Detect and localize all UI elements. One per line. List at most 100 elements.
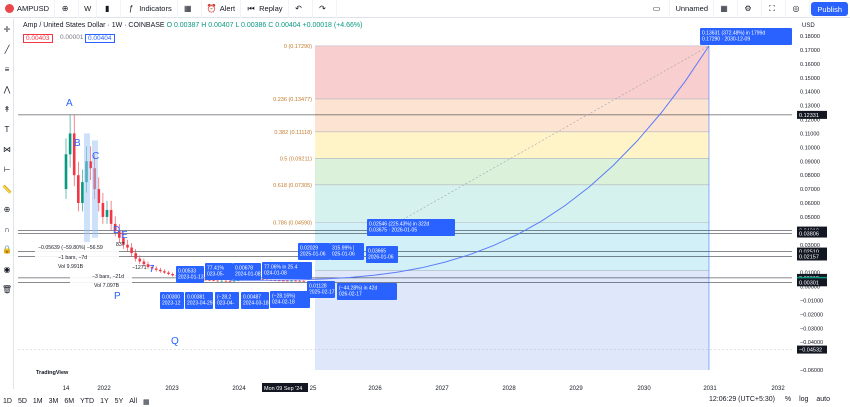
layout-rect-icon[interactable]: ▭ [646, 0, 671, 18]
candle-body [212, 280, 215, 282]
box-j-text: 0.00300 [162, 295, 180, 301]
candle-body [224, 280, 228, 282]
replay-button[interactable]: ⏮ Replay [241, 0, 289, 18]
calendar-icon[interactable]: ▦ [140, 398, 153, 406]
box-a-text: 2025-01-06 [300, 252, 326, 258]
candle-body [245, 278, 248, 280]
undo-button[interactable]: ↶ [289, 0, 313, 18]
range-6m-button[interactable]: 6M [61, 398, 77, 405]
indicators-button[interactable]: ƒ Indicators [121, 0, 178, 18]
fullscreen-button[interactable]: ⛶ [762, 0, 786, 18]
fib-band [315, 45, 709, 99]
range-5y-button[interactable]: 5Y [112, 398, 127, 405]
range-3m-button[interactable]: 3M [46, 398, 62, 405]
chart-type-button[interactable]: ▮ [97, 0, 122, 18]
pct-toggle[interactable]: % [785, 396, 791, 403]
wave-label: C [92, 151, 99, 162]
range-box [84, 133, 90, 245]
fib-band [315, 222, 709, 271]
camera-button[interactable]: ◎ [786, 0, 810, 18]
text-icon[interactable]: T [0, 119, 14, 139]
box-e [337, 283, 397, 300]
settings-button[interactable]: ⚙ [738, 0, 762, 18]
candle-body [105, 209, 109, 217]
publish-button[interactable]: Publish [811, 2, 848, 16]
trash-icon[interactable]: 🗑 [0, 279, 14, 299]
magnet-icon[interactable]: ∩ [0, 219, 14, 239]
candlesticks [64, 115, 306, 282]
grid-icon: ▦ [183, 4, 192, 13]
auto-toggle[interactable]: auto [816, 396, 830, 403]
box-c [366, 246, 398, 263]
candle-body [282, 280, 285, 282]
candle-body [167, 272, 170, 274]
price-tag-bg [797, 278, 827, 287]
price-tick: 0.06000 [800, 201, 820, 207]
measure-bg [35, 242, 119, 271]
box-k [185, 292, 213, 309]
add-symbol-button[interactable]: ⊕ [55, 0, 80, 18]
range-5d-button[interactable]: 5D [15, 398, 30, 405]
range-1y-button[interactable]: 1Y [97, 398, 112, 405]
pattern-icon[interactable]: ⋀ [0, 79, 14, 99]
price-tick: 0.15000 [800, 76, 820, 82]
eye-icon[interactable]: ◉ [0, 259, 14, 279]
layout-name[interactable]: Unnamed [670, 0, 714, 18]
price-tag-bg [797, 276, 827, 285]
price-tag-bg [797, 247, 827, 256]
fib-icon[interactable]: ≡ [0, 59, 14, 79]
crosshair-time: Mon 09 Sep '24 [264, 386, 302, 392]
box-m [241, 292, 269, 309]
zoom-icon[interactable]: ⊕ [0, 199, 14, 219]
range-1d-button[interactable]: 1D [0, 398, 15, 405]
lock-icon[interactable]: 🔒 [0, 239, 14, 259]
price-tick: 0.03000 [800, 243, 820, 249]
price-tick: 0.05000 [800, 215, 820, 221]
range-all-button[interactable]: All [126, 398, 140, 405]
trendline-icon[interactable]: ╱ [0, 39, 14, 59]
measure-b: −1 bars, −7d [58, 255, 87, 261]
candle-body [113, 223, 117, 231]
amp-logo-icon [5, 4, 14, 13]
price-tag-bg [797, 273, 827, 282]
box-j [160, 292, 184, 309]
screenshot-button[interactable]: ▦ [714, 0, 738, 18]
drawing-toolbar: ✛ ╱ ≡ ⋀ ↟ T ⋈ ⊢ 📏 ⊕ ∩ 🔒 ◉ 🗑 [0, 19, 14, 389]
box-l-text: (−28.2 [217, 295, 232, 301]
price-axis: USD 0.18000 0.17000 0.16000 0.15000 0.14000 0.… [797, 23, 827, 374]
box-b [330, 243, 364, 260]
candle-body [64, 154, 68, 190]
symbol-label: AMPUSD [17, 4, 50, 13]
time-axis: 14 2022 2023 2024 25 2026 2027 2028 2029 2030 2031… [63, 383, 785, 392]
measure-icon[interactable]: ⊢ [0, 159, 14, 179]
fib-band [315, 158, 709, 185]
wave-label: E [121, 230, 128, 241]
indicators-label: Indicators [139, 4, 172, 13]
price-tick: 0.11000 [800, 131, 819, 137]
interval-selector[interactable]: W [79, 0, 98, 18]
candle-body [232, 280, 236, 282]
price-chart[interactable]: 0 (0.17290) 0.236 (0.13477) 0.382 (0.11118… [0, 0, 850, 407]
alert-button[interactable]: ⏰ Alert [202, 0, 242, 18]
candle-body [273, 280, 277, 282]
ruler-icon[interactable]: 📏 [0, 179, 14, 199]
range-1m-button[interactable]: 1M [30, 398, 46, 405]
alarm-icon: ⏰ [206, 4, 217, 13]
prediction-icon[interactable]: ↟ [0, 99, 14, 119]
templates-button[interactable]: ▦ [178, 0, 202, 18]
time-tick: 2024 [232, 386, 246, 392]
fib-label: 0.382 (0.11118) [274, 130, 312, 136]
box-f-text: 0.00533 [178, 269, 196, 275]
candle-body [277, 280, 281, 282]
price-tick: 0.08000 [800, 173, 820, 179]
fib-label: 0.5 (0.09211) [280, 156, 312, 162]
box-n-text: 024-02-18 [272, 300, 295, 306]
log-toggle[interactable]: log [799, 396, 808, 403]
box-h-text: 0.00678 [235, 266, 253, 272]
range-ytd-button[interactable]: YTD [77, 398, 97, 405]
symbol-search[interactable]: AMPUSD [0, 0, 56, 18]
redo-button[interactable]: ↷ [313, 0, 337, 18]
box-a-text: 0.02029 [300, 246, 318, 252]
crosshair-icon[interactable]: ✛ [0, 19, 14, 39]
pattern-2-icon[interactable]: ⋈ [0, 139, 14, 159]
